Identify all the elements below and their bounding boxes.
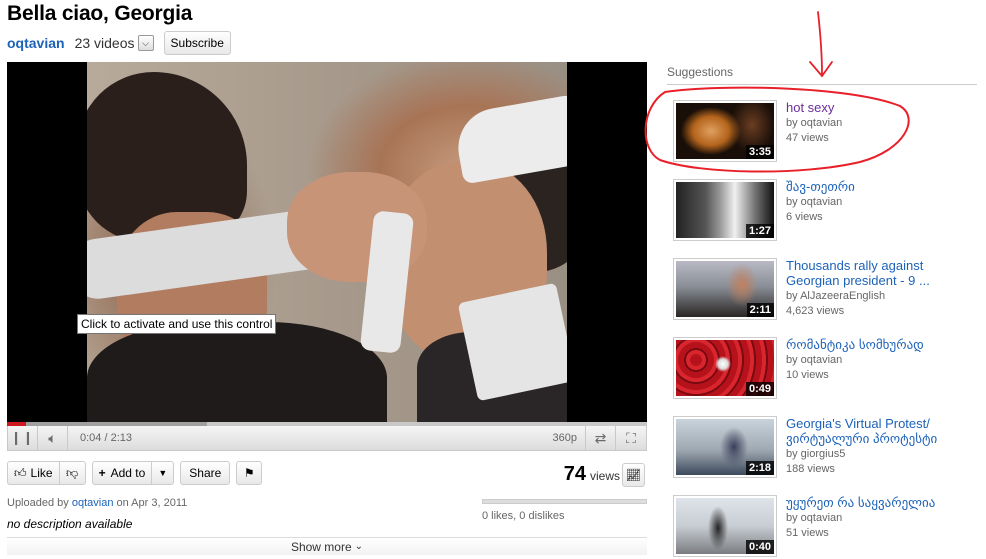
view-counter: 74 views xyxy=(564,463,620,486)
suggestion-thumbnail[interactable]: 0:40 xyxy=(673,495,777,557)
add-to-menu-button[interactable]: ▼ xyxy=(152,461,175,485)
video-frame xyxy=(87,62,567,422)
uploader-link[interactable]: oqtavian xyxy=(72,497,114,509)
chevron-down-icon: ⌄ xyxy=(354,541,364,552)
suggestion-thumbnail[interactable]: 2:11 xyxy=(673,258,777,320)
volume-icon[interactable]: 🔈︎ xyxy=(38,425,68,451)
loop-icon[interactable]: ⇄ xyxy=(586,425,616,451)
plus-icon: + xyxy=(98,466,106,480)
channel-link[interactable]: oqtavian xyxy=(7,35,65,51)
video-count[interactable]: 23 videos xyxy=(75,35,135,51)
thumbnail-image: 0:40 xyxy=(676,498,774,554)
suggestion-thumbnail[interactable]: 3:35 xyxy=(673,100,777,162)
fullscreen-icon[interactable]: ⛶ xyxy=(616,426,646,451)
pause-icon[interactable]: ❙❙ xyxy=(8,425,38,451)
subscribe-button[interactable]: Subscribe xyxy=(163,31,231,55)
thumbnail-image: 1:27 xyxy=(676,182,774,238)
thumbs-up-icon: 👍︎ xyxy=(14,465,27,480)
suggestion-title[interactable]: რომანტიკა სომხურად xyxy=(786,337,961,352)
quality-selector[interactable]: 360p xyxy=(553,425,586,451)
ratings-text: 0 likes, 0 dislikes xyxy=(482,510,565,522)
suggestion-title[interactable]: შავ-თეთრი xyxy=(786,179,961,194)
dislike-button[interactable]: 👎︎ xyxy=(59,461,86,485)
suggestion-thumbnail[interactable]: 1:27 xyxy=(673,179,777,241)
chart-icon: 📈︎ xyxy=(625,468,642,482)
suggestion-views: 4,623 views xyxy=(786,305,845,317)
suggestion-views: 47 views xyxy=(786,132,829,144)
activate-control-tooltip: Click to activate and use this control xyxy=(77,314,277,334)
suggestion-uploader: by AlJazeeraEnglish xyxy=(786,290,886,302)
suggestion-views: 6 views xyxy=(786,211,823,223)
suggestion-uploader: by oqtavian xyxy=(786,354,843,366)
suggestion-item[interactable]: 2:11 Thousands rally against Georgian pre… xyxy=(667,258,977,330)
suggestion-title[interactable]: hot sexy xyxy=(786,100,961,115)
suggestion-thumbnail[interactable]: 2:18 xyxy=(673,416,777,478)
suggestion-item[interactable]: 0:49 რომანტიკა სომხურად by oqtavian 10 view… xyxy=(667,337,977,409)
views-label: views xyxy=(589,469,620,483)
suggestions-heading: Suggestions xyxy=(667,62,977,85)
show-more-label: Show more xyxy=(290,539,352,554)
channel-row: oqtavian 23 videos ⌵ Subscribe xyxy=(7,30,231,56)
suggestion-uploader: by oqtavian xyxy=(786,196,843,208)
add-to-button[interactable]: + Add to xyxy=(91,461,153,485)
add-to-label: Add to xyxy=(110,466,146,480)
suggestion-uploader: by giorgius5 xyxy=(786,448,846,460)
time-display: 0:04 / 2:13 xyxy=(80,432,132,444)
suggestion-item[interactable]: 0:40 უყურეთ რა საყვარელია by oqtavian 51 vi… xyxy=(667,495,977,559)
suggestion-title[interactable]: Thousands rally against Georgian preside… xyxy=(786,258,961,288)
chevron-down-icon: ▼ xyxy=(158,468,168,478)
suggestions-sidebar: Suggestions xyxy=(667,62,977,85)
thumbs-down-icon: 👎︎ xyxy=(65,465,79,480)
ratings-bar xyxy=(482,499,647,504)
like-button[interactable]: 👍︎ Like xyxy=(7,461,60,485)
views-count: 74 xyxy=(563,463,586,485)
suggestion-views: 10 views xyxy=(786,369,829,381)
suggestion-title[interactable]: უყურეთ რა საყვარელია xyxy=(786,495,961,510)
stats-button[interactable]: 📈︎ xyxy=(622,463,645,487)
suggestion-uploader: by oqtavian xyxy=(786,117,843,129)
thumbnail-image: 0:49 xyxy=(676,340,774,396)
suggestion-item[interactable]: 3:35 hot sexy by oqtavian 47 views xyxy=(667,100,977,172)
thumbnail-image: 2:18 xyxy=(676,419,774,475)
suggestion-thumbnail[interactable]: 0:49 xyxy=(673,337,777,399)
duration-badge: 2:11 xyxy=(746,303,774,317)
uploaded-prefix: Uploaded by xyxy=(7,497,69,509)
upload-info: Uploaded by oqtavian on Apr 3, 2011 xyxy=(7,497,187,509)
duration-badge: 0:40 xyxy=(745,540,774,554)
flag-button[interactable]: ⚑ xyxy=(236,461,263,485)
player-controls: ❙❙ 🔈︎ 0:04 / 2:13 360p ⇄ ⛶ xyxy=(7,425,647,451)
video-player[interactable]: Click to activate and use this control xyxy=(7,62,647,422)
suggestion-item[interactable]: 2:18 Georgia's Virtual Protest/ ვირტუალურ… xyxy=(667,416,977,488)
chevron-down-icon[interactable]: ⌵ xyxy=(137,35,154,51)
upload-date: on Apr 3, 2011 xyxy=(116,497,188,509)
duration-badge: 1:27 xyxy=(745,224,774,238)
duration-badge: 3:35 xyxy=(745,145,774,159)
page-title: Bella ciao, Georgia xyxy=(7,2,193,25)
suggestion-uploader: by oqtavian xyxy=(786,512,843,524)
action-row: 👍︎ Like 👎︎ + Add to ▼ Share ⚑ xyxy=(7,461,263,485)
duration-badge: 0:49 xyxy=(745,382,774,396)
share-button[interactable]: Share xyxy=(180,461,231,485)
suggestion-item[interactable]: 1:27 შავ-თეთრი by oqtavian 6 views xyxy=(667,179,977,251)
like-label: Like xyxy=(30,466,53,480)
thumbnail-image: 3:35 xyxy=(676,103,774,159)
duration-badge: 2:18 xyxy=(745,461,774,475)
show-more-button[interactable]: Show more ⌄ xyxy=(7,537,647,555)
flag-icon: ⚑ xyxy=(243,466,255,480)
suggestion-title[interactable]: Georgia's Virtual Protest/ ვირტუალური პრ… xyxy=(786,416,961,446)
suggestion-views: 51 views xyxy=(786,527,829,539)
video-description: no description available xyxy=(7,517,133,531)
thumbnail-image: 2:11 xyxy=(676,261,774,317)
suggestion-views: 188 views xyxy=(786,463,835,475)
